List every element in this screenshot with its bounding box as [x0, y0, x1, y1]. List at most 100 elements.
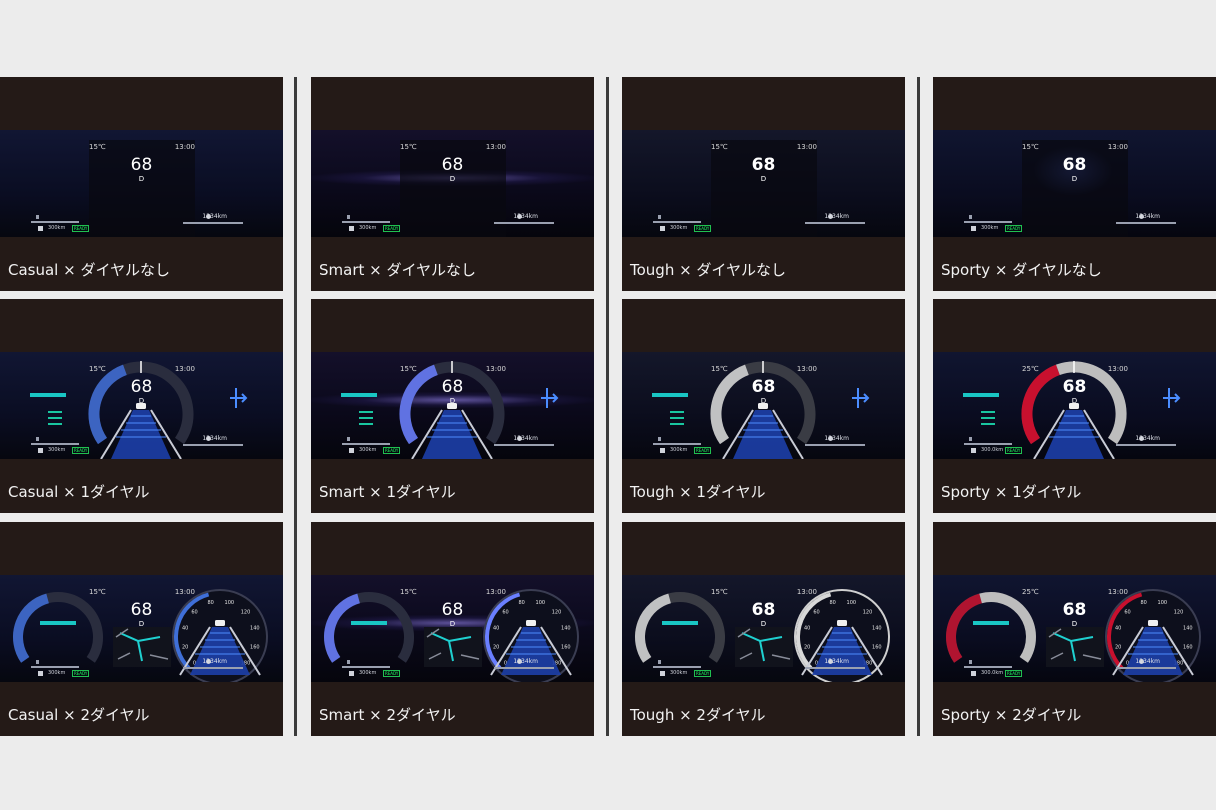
battery-gauge-bar: [805, 667, 865, 669]
speed-readout: 68: [751, 155, 776, 175]
range-readout: 300.0km: [981, 670, 1004, 676]
odometer-readout: 1234km: [202, 435, 227, 442]
range-icon: [38, 226, 43, 231]
range-readout: 300km: [359, 447, 377, 453]
ready-indicator: READY: [72, 225, 90, 232]
lane-highlight: [733, 410, 793, 459]
meter-screen: 15℃ 13:00 68 D 300km READY 1234km: [933, 130, 1216, 237]
outside-temperature: 15℃: [89, 588, 106, 596]
card-caption: Sporty × 1ダイヤル: [941, 483, 1082, 501]
card-caption: Casual × 1ダイヤル: [8, 483, 150, 501]
speed-tick-label: 20: [493, 644, 499, 650]
odometer-readout: 1234km: [1135, 435, 1160, 442]
fuel-icon: [969, 437, 972, 441]
clock-time: 13:00: [485, 365, 506, 373]
fuel-gauge-bar: [342, 443, 390, 445]
battery-gauge-bar: [494, 222, 554, 224]
meter-screen: 15℃ 13:00 68 D 300km READY 1234km: [0, 352, 283, 459]
range-readout: 300km: [670, 447, 688, 453]
outside-temperature: 25℃: [1022, 365, 1039, 373]
odometer-readout: 1234km: [1135, 658, 1160, 665]
battery-gauge-bar: [183, 222, 243, 224]
ready-indicator: READY: [1005, 670, 1023, 677]
meter-screen: 0 20 40 60 80 100 120 140 160 180 15℃ 13:00 68 D 300km…: [311, 575, 594, 682]
odometer-readout: 1234km: [513, 658, 538, 665]
range-readout: 300km: [981, 225, 999, 231]
meter-screen: 0 20 40 60 80 100 120 140 160 180 15℃ 13:00 68 D 300km…: [0, 575, 283, 682]
fuel-icon: [969, 660, 972, 664]
fuel-icon: [658, 660, 661, 664]
range-readout: 300km: [48, 447, 66, 453]
outside-temperature: 15℃: [711, 588, 728, 596]
range-icon: [660, 671, 665, 676]
range-icon: [38, 448, 43, 453]
column-divider: [606, 77, 609, 736]
fuel-icon: [36, 660, 39, 664]
fuel-gauge-bar: [342, 221, 390, 223]
ready-indicator: READY: [72, 447, 90, 454]
fuel-icon: [969, 215, 972, 219]
eco-metric-bar: [981, 423, 995, 425]
clock-time: 13:00: [796, 365, 817, 373]
gear-indicator: D: [138, 620, 145, 628]
card-caption: Sporty × ダイヤルなし: [941, 261, 1102, 279]
eco-metric-bar: [359, 411, 373, 413]
speed-tick-label: 20: [182, 644, 188, 650]
battery-gauge-bar: [494, 667, 554, 669]
meter-card-sporty-none[interactable]: 15℃ 13:00 68 D 300km READY 1234km Sporty × ダイヤル…: [933, 77, 1216, 291]
battery-gauge-bar: [805, 222, 865, 224]
eco-metric-bar: [48, 411, 62, 413]
meter-card-tough-one[interactable]: 15℃ 13:00 68 D 300km READY 1234km Tough × 1ダイヤル: [622, 299, 905, 513]
meter-screen: 0 20 40 60 80 100 120 140 160 180 25℃ 13:00 68 D 300.0…: [933, 575, 1216, 682]
fuel-gauge-bar: [31, 666, 79, 668]
speed-readout: 68: [1062, 377, 1087, 397]
outside-temperature: 15℃: [89, 365, 106, 373]
meter-card-smart-none[interactable]: 15℃ 13:00 68 D 300km READY 1234km Smart × ダイヤルな…: [311, 77, 594, 291]
meter-card-casual-two[interactable]: 0 20 40 60 80 100 120 140 160 180 15℃ 13:00 68 D 300km…: [0, 522, 283, 736]
eco-metric-bar: [670, 423, 684, 425]
meter-screen: 15℃ 13:00 68 D 300km READY 1234km: [311, 130, 594, 237]
card-caption: Smart × 2ダイヤル: [319, 706, 456, 724]
range-readout: 300km: [48, 225, 66, 231]
odometer-readout: 1234km: [824, 658, 849, 665]
eco-metric-bar: [359, 417, 373, 419]
meter-card-tough-none[interactable]: 15℃ 13:00 68 D 300km READY 1234km Tough × ダイヤルな…: [622, 77, 905, 291]
meter-card-sporty-two[interactable]: 0 20 40 60 80 100 120 140 160 180 25℃ 13:00 68 D 300.0…: [933, 522, 1216, 736]
fuel-icon: [347, 660, 350, 664]
range-icon: [971, 448, 976, 453]
meter-card-tough-two[interactable]: 0 20 40 60 80 100 120 140 160 180 15℃ 13:00 68 D 300km…: [622, 522, 905, 736]
meter-card-casual-none[interactable]: 15℃ 13:00 68 D 300km READY 1234km Casual × ダイヤル…: [0, 77, 283, 291]
meter-screen: 25℃ 13:00 68 D 300.0km READY 1234km: [933, 352, 1216, 459]
column-divider: [917, 77, 920, 736]
speed-readout: 68: [1062, 155, 1087, 175]
outside-temperature: 15℃: [89, 143, 106, 151]
odometer-readout: 1234km: [513, 435, 538, 442]
range-readout: 300km: [48, 670, 66, 676]
fuel-gauge-bar: [653, 221, 701, 223]
card-caption: Casual × ダイヤルなし: [8, 261, 171, 279]
card-caption: Smart × 1ダイヤル: [319, 483, 456, 501]
outside-temperature: 25℃: [1022, 588, 1039, 596]
eco-metric-bar: [670, 411, 684, 413]
card-caption: Tough × 2ダイヤル: [630, 706, 766, 724]
clock-time: 13:00: [1107, 365, 1128, 373]
range-icon: [349, 226, 354, 231]
gear-indicator: D: [760, 175, 767, 183]
ready-indicator: READY: [694, 670, 712, 677]
fuel-icon: [36, 215, 39, 219]
eco-metric-bar: [48, 417, 62, 419]
outside-temperature: 15℃: [711, 143, 728, 151]
eco-metric-bar: [48, 423, 62, 425]
odometer-readout: 1234km: [824, 435, 849, 442]
gear-indicator: D: [138, 397, 145, 405]
speed-readout: 68: [441, 155, 464, 175]
meter-card-sporty-one[interactable]: 25℃ 13:00 68 D 300.0km READY 1234km Sporty × 1ダ…: [933, 299, 1216, 513]
ready-indicator: READY: [1005, 447, 1023, 454]
fuel-icon: [658, 437, 661, 441]
range-readout: 300km: [359, 670, 377, 676]
clock-time: 13:00: [796, 143, 817, 151]
meter-card-smart-two[interactable]: 0 20 40 60 80 100 120 140 160 180 15℃ 13:00 68 D 300km…: [311, 522, 594, 736]
meter-card-smart-one[interactable]: 15℃ 13:00 68 D 300km READY 1234km Smart × 1ダイヤル: [311, 299, 594, 513]
ready-indicator: READY: [72, 670, 90, 677]
meter-card-casual-one[interactable]: 15℃ 13:00 68 D 300km READY 1234km Casual × 1ダイヤ…: [0, 299, 283, 513]
